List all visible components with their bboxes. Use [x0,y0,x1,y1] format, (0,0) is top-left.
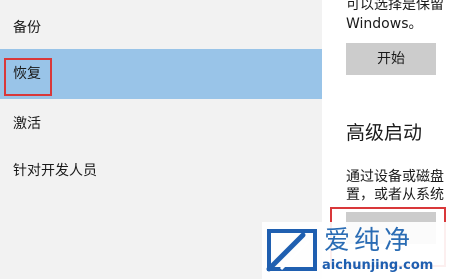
sidebar-item-backup[interactable]: 备份 [0,3,322,53]
sidebar-item-label: 激活 [13,116,41,132]
sidebar-item-activation[interactable]: 激活 [0,99,322,149]
reset-description-line1: 可以选择是保留 [346,0,444,13]
watermark-title: 爱纯净 [324,226,415,256]
watermark: 爱纯净 aichunjing.com [262,222,452,279]
advanced-startup-description-line2: 置，或者从系统 [346,187,444,203]
recovery-highlight-box [4,58,52,96]
reset-start-button[interactable]: 开始 [346,43,436,75]
watermark-logo-icon [266,229,317,272]
sidebar-item-label: 针对开发人员 [13,163,97,179]
sidebar-item-for-developers[interactable]: 针对开发人员 [0,146,322,196]
advanced-startup-heading: 高级启动 [346,122,423,144]
sidebar-item-label: 备份 [13,20,41,36]
watermark-url: aichunjing.com [322,258,434,273]
advanced-startup-description-line1: 通过设备或磁盘 [346,169,444,185]
reset-description-line2: Windows。 [346,16,423,32]
